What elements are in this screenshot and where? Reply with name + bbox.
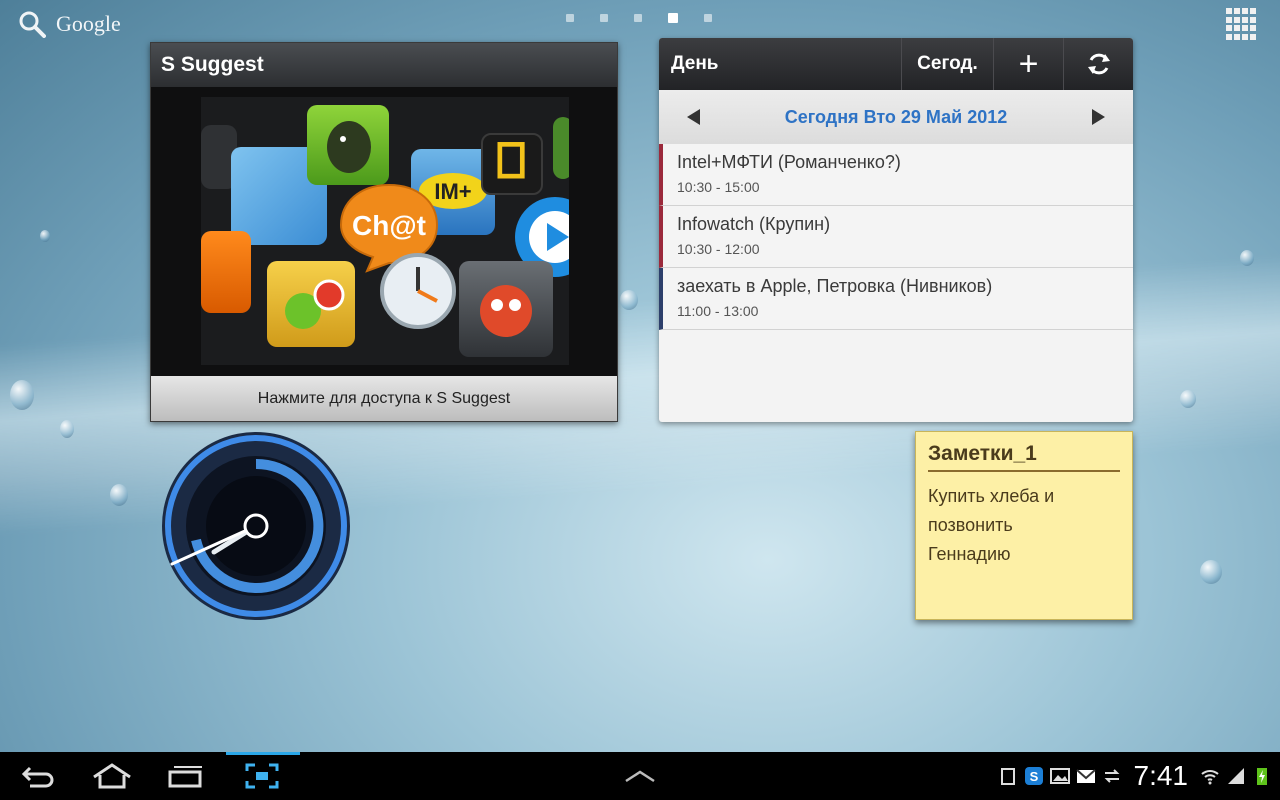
water-drop xyxy=(1180,390,1196,408)
system-bar: S 7:41 xyxy=(0,752,1280,800)
gmail-icon xyxy=(1075,769,1096,783)
water-drop xyxy=(110,484,128,506)
water-drop xyxy=(10,380,34,410)
battery-charging-icon xyxy=(1257,768,1267,785)
notes-widget[interactable]: Заметки_1 Купить хлеба и позвонить Генна… xyxy=(915,431,1133,620)
screenshot-button-highlight xyxy=(226,752,300,755)
screenshot-button[interactable] xyxy=(242,762,282,790)
page-dot xyxy=(600,14,608,22)
svg-text:S: S xyxy=(1029,769,1038,784)
calendar-event[interactable]: Infowatch (Крупин) 10:30 - 12:00 xyxy=(659,206,1133,268)
page-dot xyxy=(704,14,712,22)
s-suggest-app-collage[interactable]: IM+ Ch@t xyxy=(201,97,569,365)
app-drawer-icon[interactable] xyxy=(1226,8,1258,40)
analog-clock-widget[interactable] xyxy=(160,430,352,622)
page-dot-active xyxy=(668,13,678,23)
screenshot-icon xyxy=(245,763,279,789)
calendar-event[interactable]: заехать в Apple, Петровка (Нивников) 11:… xyxy=(659,268,1133,330)
status-area[interactable]: S 7:41 xyxy=(998,752,1273,800)
calendar-current-date: Сегодня Вто 29 Май 2012 xyxy=(784,106,1008,127)
wifi-icon xyxy=(1201,770,1219,785)
note-body: Купить хлеба и позвонить Геннадию xyxy=(916,472,1132,579)
chevron-up-icon xyxy=(625,770,655,783)
alarm-clock-icon xyxy=(377,247,459,329)
skype-icon: S xyxy=(1024,767,1043,785)
page-dot xyxy=(634,14,642,22)
note-line: позвонить xyxy=(928,515,1013,535)
google-search-label: Google xyxy=(56,11,121,36)
sync-icon xyxy=(1104,769,1119,783)
google-search-bar[interactable]: Google xyxy=(18,10,121,38)
calendar-date-navigator: Сегодня Вто 29 Май 2012 xyxy=(659,90,1133,144)
s-suggest-widget[interactable]: S Suggest IM+ Ch@t Нажмите для доступа к… xyxy=(150,42,618,422)
natgeo-tv-icon xyxy=(481,133,543,195)
back-icon xyxy=(21,766,54,788)
event-title: Infowatch (Крупин) xyxy=(677,214,831,234)
event-time: 11:00 - 13:00 xyxy=(677,303,759,319)
status-clock: 7:41 xyxy=(1133,760,1189,791)
note-line: Купить хлеба и xyxy=(928,486,1055,506)
plus-icon: + xyxy=(1018,44,1039,83)
search-icon xyxy=(19,11,46,38)
back-button[interactable] xyxy=(18,762,58,790)
calendar-day-view-button[interactable]: День xyxy=(659,38,901,90)
cut-the-rope-icon xyxy=(267,261,355,347)
svg-text:Ch@t: Ch@t xyxy=(352,210,426,241)
soundhound-icon xyxy=(201,231,251,313)
water-drop xyxy=(1200,560,1222,584)
phone-app-icon xyxy=(553,117,569,179)
note-line: Геннадию xyxy=(928,544,1011,564)
calendar-add-event-button[interactable]: + xyxy=(993,38,1063,90)
page-dot xyxy=(566,14,574,22)
mini-apps-tray-button[interactable] xyxy=(620,762,660,790)
water-drop xyxy=(40,230,50,242)
home-button[interactable] xyxy=(92,762,132,790)
calendar-toolbar: День Сегод. + xyxy=(659,38,1133,90)
home-page-indicator xyxy=(566,13,712,23)
calendar-widget[interactable]: День Сегод. + Сегодня Вто 29 Май 2012 In… xyxy=(659,38,1133,422)
water-drop xyxy=(60,420,74,438)
calendar-event[interactable]: Intel+МФТИ (Романченко?) 10:30 - 15:00 xyxy=(659,144,1133,206)
signal-strength-icon xyxy=(1228,768,1244,784)
previous-day-arrow-icon[interactable] xyxy=(687,109,700,125)
home-icon xyxy=(93,763,131,789)
calendar-refresh-button[interactable] xyxy=(1063,38,1133,90)
gallery-icon xyxy=(1049,768,1070,784)
note-title: Заметки_1 xyxy=(928,442,1120,472)
water-drop xyxy=(620,290,638,310)
s-suggest-title: S Suggest xyxy=(151,43,617,87)
s-suggest-open-button[interactable]: Нажмите для доступа к S Suggest xyxy=(151,376,617,421)
water-drop xyxy=(1240,250,1254,266)
event-title: Intel+МФТИ (Романченко?) xyxy=(677,152,901,172)
event-title: заехать в Apple, Петровка (Нивников) xyxy=(677,276,993,296)
evernote-icon xyxy=(307,105,389,185)
sd-card-icon xyxy=(1000,768,1015,785)
recent-apps-button[interactable] xyxy=(166,762,206,790)
recent-apps-icon xyxy=(168,766,202,788)
mission-all-in-one-icon xyxy=(459,261,553,357)
event-time: 10:30 - 12:00 xyxy=(677,241,760,257)
event-time: 10:30 - 15:00 xyxy=(677,179,760,195)
next-day-arrow-icon[interactable] xyxy=(1092,109,1105,125)
refresh-icon xyxy=(1087,53,1110,75)
calendar-today-button[interactable]: Сегод. xyxy=(901,38,993,90)
